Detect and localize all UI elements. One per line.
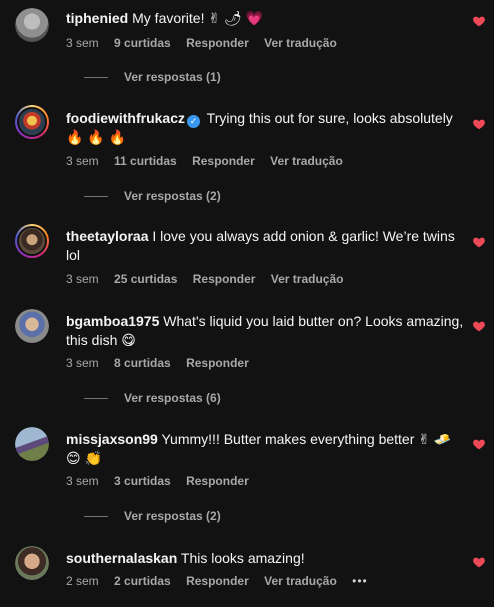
view-replies-button[interactable]: Ver respostas (2) xyxy=(84,509,221,523)
view-replies-label: Ver respostas (6) xyxy=(124,391,221,405)
reply-button[interactable]: Responder xyxy=(186,574,249,588)
comment-body: My favorite! ✌ 🌶 💗 xyxy=(132,10,264,26)
translate-button[interactable]: Ver tradução xyxy=(264,574,337,588)
comment-text: missjaxson99 Yummy!!! Butter makes every… xyxy=(66,430,464,468)
avatar[interactable] xyxy=(15,309,49,343)
avatar[interactable] xyxy=(15,224,49,258)
view-replies-button[interactable]: Ver respostas (6) xyxy=(84,391,221,405)
comment-meta: 3 sem 9 curtidas Responder Ver tradução xyxy=(66,36,349,50)
avatar[interactable] xyxy=(15,105,49,139)
replies-divider xyxy=(84,398,108,400)
replies-divider xyxy=(84,516,108,518)
reply-button[interactable]: Responder xyxy=(186,474,249,488)
avatar[interactable] xyxy=(15,427,49,461)
comment-meta: 3 sem 8 curtidas Responder xyxy=(66,356,261,370)
comment-time[interactable]: 3 sem xyxy=(66,356,99,370)
heart-icon[interactable] xyxy=(472,437,486,451)
comment-meta: 3 sem 11 curtidas Responder Ver tradução xyxy=(66,154,355,168)
comment-text: tiphenied My favorite! ✌ 🌶 💗 xyxy=(66,9,464,28)
likes-count[interactable]: 8 curtidas xyxy=(114,356,171,370)
comment-meta: 2 sem 2 curtidas Responder Ver tradução … xyxy=(66,574,380,588)
translate-button[interactable]: Ver tradução xyxy=(270,154,343,168)
comment-time[interactable]: 3 sem xyxy=(66,272,99,286)
view-replies-button[interactable]: Ver respostas (2) xyxy=(84,189,221,203)
comment-username[interactable]: bgamboa1975 xyxy=(66,313,159,329)
likes-count[interactable]: 11 curtidas xyxy=(114,154,177,168)
avatar[interactable] xyxy=(15,546,49,580)
view-replies-label: Ver respostas (1) xyxy=(124,70,221,84)
replies-divider xyxy=(84,77,108,79)
heart-icon[interactable] xyxy=(472,117,486,131)
likes-count[interactable]: 2 curtidas xyxy=(114,574,171,588)
comment-meta: 3 sem 3 curtidas Responder xyxy=(66,474,261,488)
more-options-icon[interactable]: ••• xyxy=(352,574,368,588)
comment-time[interactable]: 3 sem xyxy=(66,36,99,50)
comment-body: This looks amazing! xyxy=(180,550,305,566)
comment-text: theetayloraa I love you always add onion… xyxy=(66,227,464,265)
comment-meta: 3 sem 25 curtidas Responder Ver tradução xyxy=(66,272,355,286)
comment-time[interactable]: 2 sem xyxy=(66,574,99,588)
likes-count[interactable]: 3 curtidas xyxy=(114,474,171,488)
avatar[interactable] xyxy=(15,8,49,42)
comment-text: foodiewithfrukacz ✓ Trying this out for s… xyxy=(66,109,464,147)
translate-button[interactable]: Ver tradução xyxy=(264,36,337,50)
heart-icon[interactable] xyxy=(472,235,486,249)
comment-text: bgamboa1975 What's liquid you laid butte… xyxy=(66,312,464,350)
reply-button[interactable]: Responder xyxy=(193,272,256,286)
comment-username[interactable]: missjaxson99 xyxy=(66,431,158,447)
comment-username[interactable]: southernalaskan xyxy=(66,550,177,566)
heart-icon[interactable] xyxy=(472,319,486,333)
view-replies-label: Ver respostas (2) xyxy=(124,509,221,523)
reply-button[interactable]: Responder xyxy=(186,36,249,50)
likes-count[interactable]: 25 curtidas xyxy=(114,272,177,286)
view-replies-button[interactable]: Ver respostas (1) xyxy=(84,70,221,84)
heart-icon[interactable] xyxy=(472,14,486,28)
comment-username[interactable]: foodiewithfrukacz xyxy=(66,110,185,126)
comment-time[interactable]: 3 sem xyxy=(66,474,99,488)
heart-icon[interactable] xyxy=(472,555,486,569)
view-replies-label: Ver respostas (2) xyxy=(124,189,221,203)
translate-button[interactable]: Ver tradução xyxy=(271,272,344,286)
comment-username[interactable]: tiphenied xyxy=(66,10,128,26)
reply-button[interactable]: Responder xyxy=(192,154,255,168)
verified-badge-icon: ✓ xyxy=(187,115,201,128)
reply-button[interactable]: Responder xyxy=(186,356,249,370)
comment-username[interactable]: theetayloraa xyxy=(66,228,148,244)
replies-divider xyxy=(84,196,108,198)
comment-text: southernalaskan This looks amazing! xyxy=(66,549,464,568)
comment-time[interactable]: 3 sem xyxy=(66,154,99,168)
likes-count[interactable]: 9 curtidas xyxy=(114,36,171,50)
